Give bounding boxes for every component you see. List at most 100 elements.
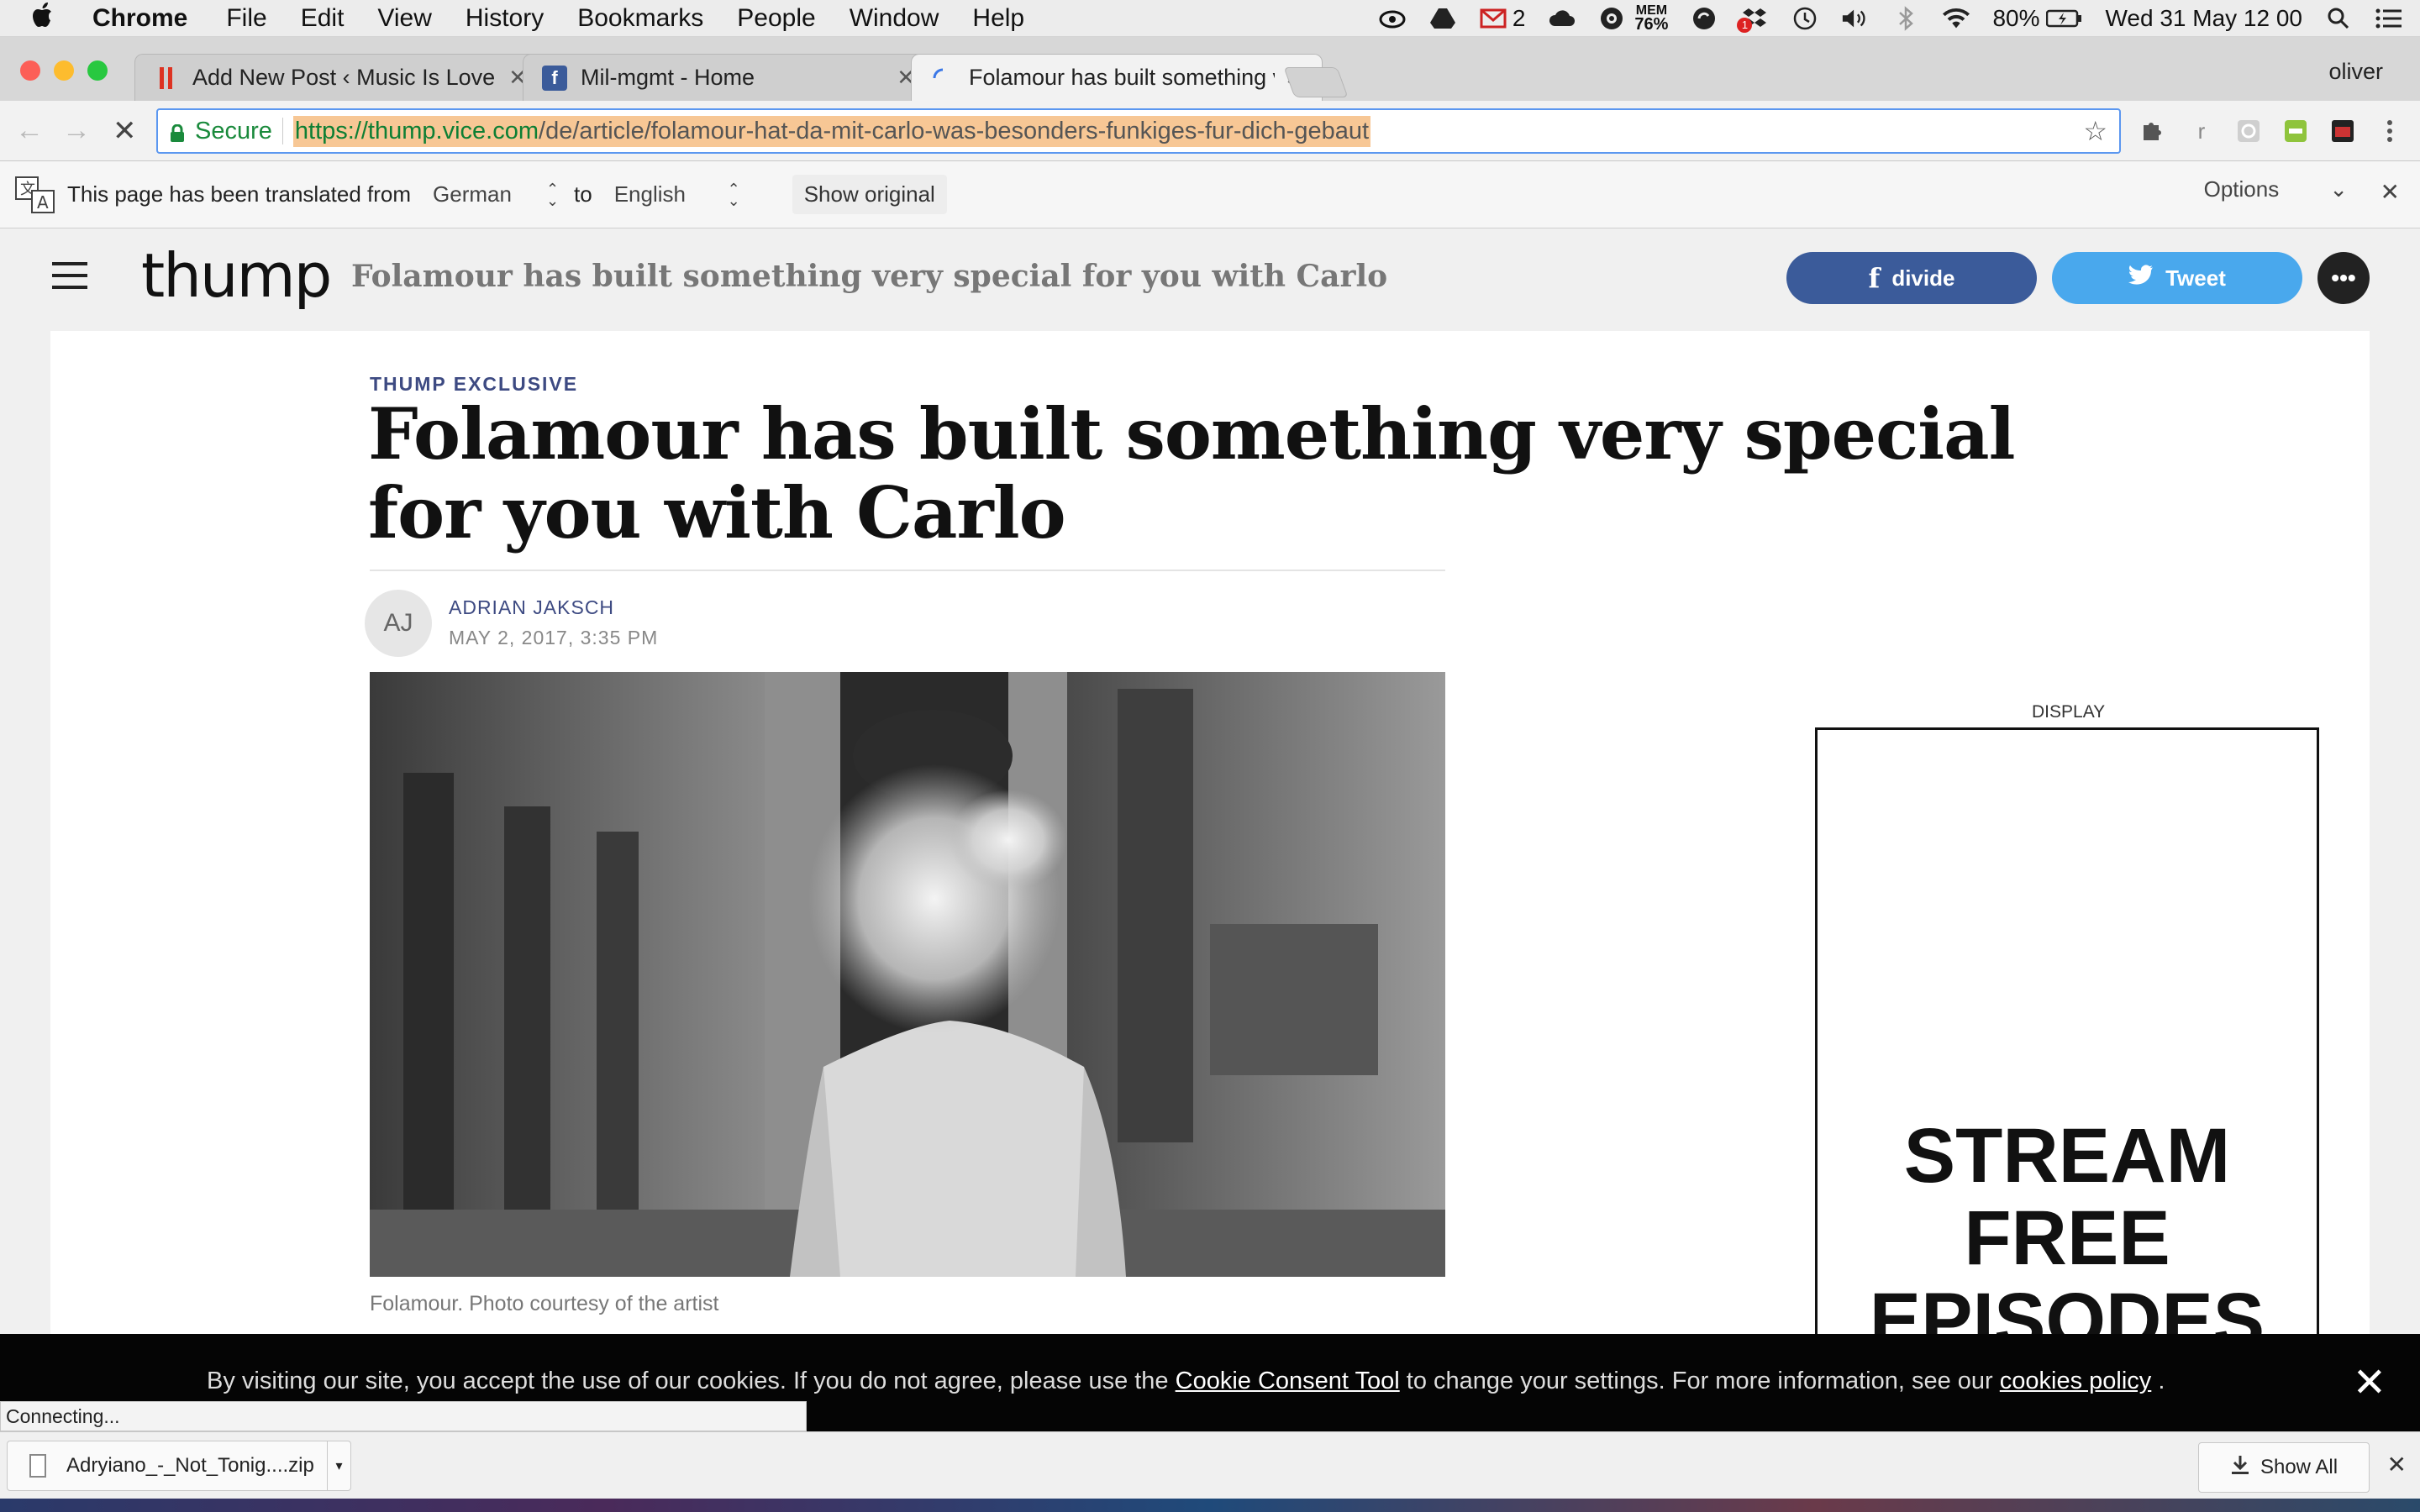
tweet-button[interactable]: Tweet: [2052, 252, 2302, 304]
profile-name[interactable]: oliver: [2328, 59, 2383, 85]
memory-value: 76%: [1634, 15, 1669, 34]
download-options-arrow-icon[interactable]: ▾: [327, 1441, 350, 1490]
mail-icon[interactable]: [1479, 4, 1507, 33]
menu-history[interactable]: History: [466, 4, 544, 33]
thump-logo[interactable]: thump: [141, 240, 332, 311]
tab-wordpress[interactable]: Add New Post ‹ Music Is Love — WordPress…: [134, 54, 546, 101]
cookie-text-2: to change your settings. For more inform…: [1399, 1368, 2000, 1394]
drive-icon[interactable]: [1428, 4, 1457, 33]
bookmark-star-icon[interactable]: ☆: [2083, 115, 2107, 147]
cookie-consent-tool-link[interactable]: Cookie Consent Tool: [1176, 1368, 1400, 1394]
tab-facebook[interactable]: f Mil-mgmt - Home ✕: [523, 54, 934, 101]
close-cookie-banner-icon[interactable]: ✕: [2353, 1359, 2386, 1406]
address-divider: [281, 118, 283, 144]
menu-view[interactable]: View: [377, 4, 431, 33]
new-tab-button[interactable]: [1283, 67, 1349, 97]
close-translate-bar-icon[interactable]: ✕: [2381, 178, 2400, 206]
lock-icon[interactable]: [170, 122, 185, 142]
spotlight-search-icon[interactable]: [2324, 4, 2353, 33]
close-downloads-bar-icon[interactable]: ✕: [2387, 1451, 2407, 1478]
apple-menu-icon[interactable]: [32, 2, 69, 35]
minimize-window-button[interactable]: [54, 60, 74, 81]
cookies-policy-link[interactable]: cookies policy: [2000, 1368, 2152, 1394]
extension-green-icon[interactable]: [2282, 118, 2309, 144]
chrome-menu-icon[interactable]: [2376, 118, 2403, 144]
author-avatar[interactable]: AJ: [365, 590, 432, 657]
author-name[interactable]: ADRIAN JAKSCH: [449, 596, 614, 619]
memory-meter[interactable]: MEM 76%: [1634, 4, 1669, 34]
select-arrows-icon: ⌃ ⌄: [727, 180, 740, 209]
menu-people[interactable]: People: [737, 4, 815, 33]
tab-title: Folamour has built something very specia…: [969, 65, 1275, 90]
cloud-icon[interactable]: [1547, 4, 1576, 33]
download-item[interactable]: Adryiano_-_Not_Tonig....zip ▾: [7, 1441, 351, 1491]
forward-arrow-icon[interactable]: →: [62, 114, 91, 147]
facebook-share-label: divide: [1891, 265, 1955, 291]
display-ad[interactable]: STREAM FREE EPISODES: [1815, 727, 2319, 1334]
wifi-icon[interactable]: [1942, 4, 1970, 33]
ad-line-2: FREE: [1964, 1195, 2170, 1281]
menu-file[interactable]: File: [226, 4, 266, 33]
target-language-select[interactable]: English ⌃ ⌄: [606, 176, 749, 214]
cookie-text-3: .: [2151, 1368, 2165, 1394]
close-window-button[interactable]: [20, 60, 40, 81]
translate-icon: 文A: [15, 176, 55, 213]
back-arrow-icon[interactable]: ←: [15, 114, 44, 147]
headline-divider: [370, 570, 1445, 571]
time-machine-icon[interactable]: [1791, 4, 1819, 33]
url-text[interactable]: https://thump.vice.com/de/article/folamo…: [292, 115, 1371, 147]
wordpress-icon: [154, 66, 179, 91]
bluetooth-icon[interactable]: [1891, 4, 1920, 33]
secure-label[interactable]: Secure: [195, 118, 272, 145]
maximize-window-button[interactable]: [87, 60, 108, 81]
ad-line-3: EPISODES: [1869, 1278, 2265, 1334]
svg-text:A: A: [37, 192, 49, 213]
article-container: THUMP EXCLUSIVE Folamour has built somet…: [50, 331, 2370, 1334]
tab-title: Add New Post ‹ Music Is Love — WordPress: [192, 65, 498, 90]
more-share-options-button[interactable]: •••: [2317, 252, 2370, 304]
menu-chrome[interactable]: Chrome: [92, 4, 187, 33]
show-all-label: Show All: [2260, 1456, 2338, 1478]
status-bubble: Connecting...: [0, 1401, 807, 1431]
extension-grey-icon[interactable]: [2235, 118, 2262, 144]
url-path: /de/article/folamour-hat-da-mit-carlo-wa…: [539, 117, 1370, 144]
download-file-name: Adryiano_-_Not_Tonig....zip: [66, 1454, 314, 1477]
chevron-down-icon: ⌄: [2329, 176, 2348, 202]
show-original-button[interactable]: Show original: [792, 175, 947, 214]
extension-red-icon[interactable]: [2329, 118, 2356, 144]
translate-to-label: to: [574, 181, 592, 207]
creative-cloud-icon[interactable]: [1378, 4, 1407, 33]
download-icon: [2230, 1454, 2250, 1482]
twitter-bird-icon: [2128, 264, 2154, 292]
file-icon: [29, 1454, 46, 1478]
tab-thump-article[interactable]: Folamour has built something very specia…: [911, 54, 1323, 101]
translate-options-button[interactable]: Options ⌄: [2204, 176, 2348, 202]
address-bar[interactable]: Secure https://thump.vice.com/de/article…: [156, 108, 2121, 154]
menu-help[interactable]: Help: [972, 4, 1024, 33]
menu-bookmarks[interactable]: Bookmarks: [577, 4, 703, 33]
header-article-title: Folamour has built something very specia…: [351, 259, 1388, 294]
puzzle-extension-icon[interactable]: [2139, 118, 2166, 144]
tweet-label: Tweet: [2165, 265, 2226, 291]
desktop-background-strip: [0, 1499, 2420, 1512]
extension-r-icon[interactable]: r: [2188, 118, 2215, 144]
notification-center-icon[interactable]: [2375, 4, 2403, 33]
sync-icon[interactable]: [1690, 4, 1718, 33]
article-headline: Folamour has built something very specia…: [368, 392, 2016, 554]
hamburger-menu-icon[interactable]: [52, 262, 87, 289]
cookie-text-1: By visiting our site, you accept the use…: [207, 1368, 1176, 1394]
menu-edit[interactable]: Edit: [301, 4, 345, 33]
stop-loading-icon[interactable]: ✕: [113, 114, 137, 148]
eye-icon[interactable]: [1597, 4, 1626, 33]
clock[interactable]: Wed 31 May 12 00: [2105, 5, 2302, 32]
battery-icon[interactable]: [2046, 4, 2083, 33]
menu-window[interactable]: Window: [850, 4, 939, 33]
facebook-share-button[interactable]: f divide: [1786, 252, 2037, 304]
show-all-downloads-button[interactable]: Show All: [2198, 1442, 2370, 1493]
dropbox-icon[interactable]: 1: [1737, 4, 1769, 33]
volume-icon[interactable]: [1841, 4, 1870, 33]
source-language-select[interactable]: German ⌃ ⌄: [424, 176, 567, 214]
translate-message: This page has been translated from: [67, 181, 412, 207]
target-language-value: English: [613, 181, 686, 207]
article-hero-photo[interactable]: [370, 672, 1445, 1277]
